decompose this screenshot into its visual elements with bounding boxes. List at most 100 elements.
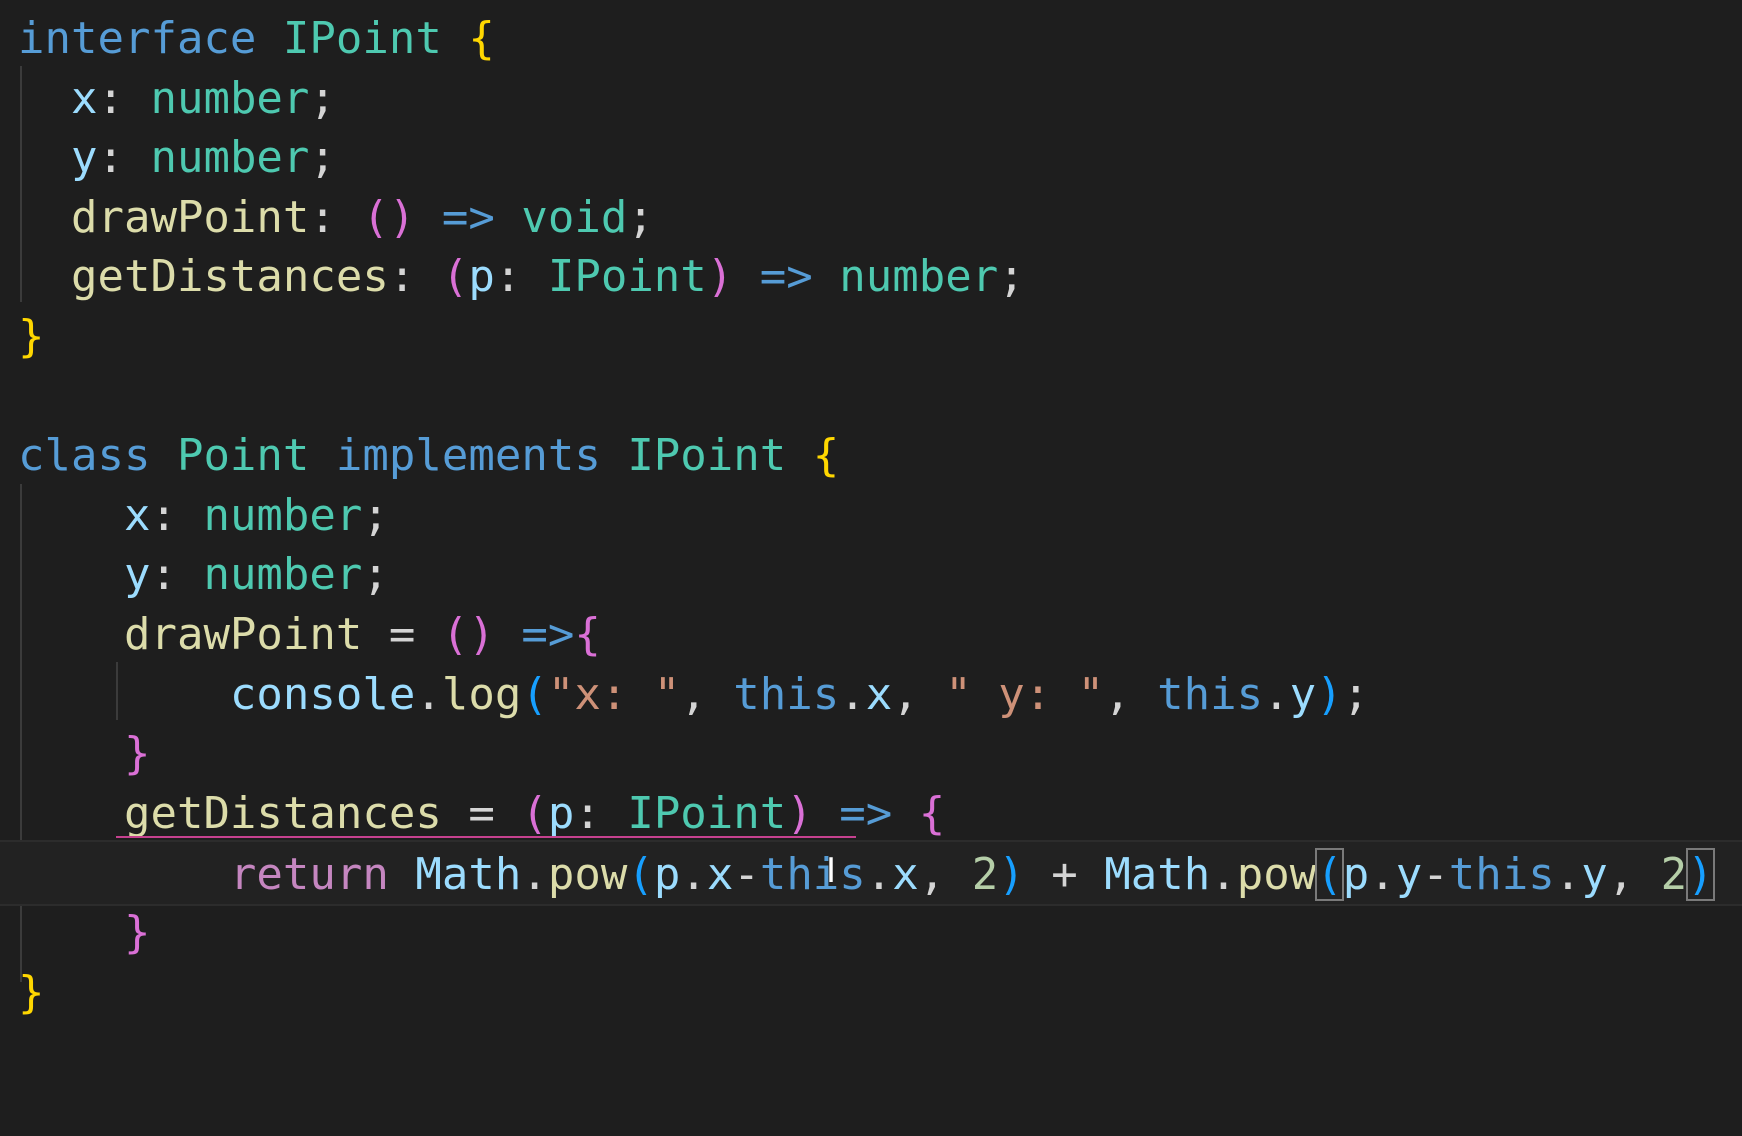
code-line[interactable]: console.log("x: ", this.x, " y: ", this.… (0, 662, 1369, 728)
code-token: y (70, 132, 98, 184)
code-token: ; (998, 251, 1025, 303)
code-token: ( (441, 251, 469, 303)
code-line[interactable]: class Point implements IPoint { (0, 423, 839, 489)
code-token: - (1422, 849, 1449, 901)
code-editor[interactable]: interface IPoint { x: number; y: number;… (0, 0, 1742, 1136)
code-token: } (18, 311, 45, 362)
code-token: } (123, 728, 151, 780)
code-line[interactable]: } (0, 960, 45, 1026)
code-token: ; (309, 72, 336, 124)
code-token: . (839, 668, 866, 720)
code-token: ( (627, 849, 654, 901)
code-line[interactable]: x: number; (0, 66, 336, 132)
code-token: . (415, 668, 442, 720)
code-token: : (150, 549, 204, 601)
code-line[interactable]: drawPoint: () => void; (0, 185, 654, 251)
code-token: p (653, 849, 681, 901)
code-token: : (309, 191, 363, 243)
code-token: = (362, 609, 442, 660)
code-token: : (494, 251, 548, 303)
code-token: => (441, 191, 495, 243)
code-token: x (892, 849, 919, 901)
code-line[interactable]: interface IPoint { (0, 6, 495, 72)
code-token: number (150, 132, 310, 184)
code-token: () (362, 191, 416, 243)
code-token: } (18, 966, 45, 1018)
code-token: getDistances (70, 251, 389, 303)
code-token: number (839, 251, 999, 303)
code-token: . (1210, 849, 1237, 901)
code-token: { (918, 787, 946, 839)
matched-bracket: ) (1686, 848, 1715, 902)
text-cursor-icon: I (826, 851, 837, 891)
code-token: pow (1236, 849, 1317, 901)
code-token: ; (309, 132, 336, 184)
code-token: ) (998, 849, 1025, 901)
code-line-active[interactable]: return Math.pow(p.x-this.x, 2) + Math.po… (0, 840, 1742, 907)
code-token: y (123, 549, 151, 601)
code-line[interactable]: y: number; (0, 542, 389, 608)
code-token: } (123, 907, 151, 958)
code-token: IPoint (627, 787, 787, 839)
code-token: { (812, 430, 840, 482)
code-token: x (123, 489, 151, 541)
code-token: interface (18, 13, 257, 64)
code-token: { (468, 13, 495, 64)
code-token: ) (706, 251, 734, 303)
code-line[interactable]: x: number; (0, 483, 389, 549)
code-token: . (1369, 849, 1396, 901)
code-token: 2 (971, 849, 999, 901)
code-token: getDistances (123, 787, 442, 839)
code-token: pow (547, 849, 628, 901)
code-line[interactable]: y: number; (0, 125, 336, 191)
code-token: : (97, 72, 151, 124)
code-line[interactable] (0, 364, 18, 430)
code-line[interactable]: } (0, 721, 151, 787)
code-token: = (441, 787, 522, 839)
code-line[interactable]: } (0, 304, 45, 370)
code-line[interactable]: } (0, 900, 151, 966)
code-token: number (203, 489, 363, 541)
code-token: number (150, 72, 310, 124)
code-token: , (1607, 849, 1661, 901)
code-token: "x: " (547, 668, 681, 720)
code-token: , (892, 668, 946, 720)
code-token: x (70, 72, 98, 124)
code-token: IPoint (627, 430, 787, 482)
code-token: => (521, 609, 575, 660)
code-token: y (1289, 668, 1317, 720)
code-token: x (706, 849, 734, 901)
code-token: drawPoint (70, 191, 310, 243)
code-token: ; (627, 191, 654, 243)
code-token: . (521, 849, 548, 901)
code-token: y (1395, 849, 1423, 901)
code-line[interactable]: getDistances: (p: IPoint) => number; (0, 244, 1025, 310)
code-token: . (1554, 849, 1582, 901)
code-token: . (1263, 668, 1290, 720)
code-token: Math (415, 849, 522, 901)
code-token: ( (521, 787, 548, 839)
code-line[interactable]: drawPoint = () =>{ (0, 602, 601, 668)
code-token: , (918, 849, 972, 901)
code-token: 2 (1660, 849, 1688, 901)
code-token: => (759, 251, 813, 303)
code-token: this (1157, 668, 1264, 720)
